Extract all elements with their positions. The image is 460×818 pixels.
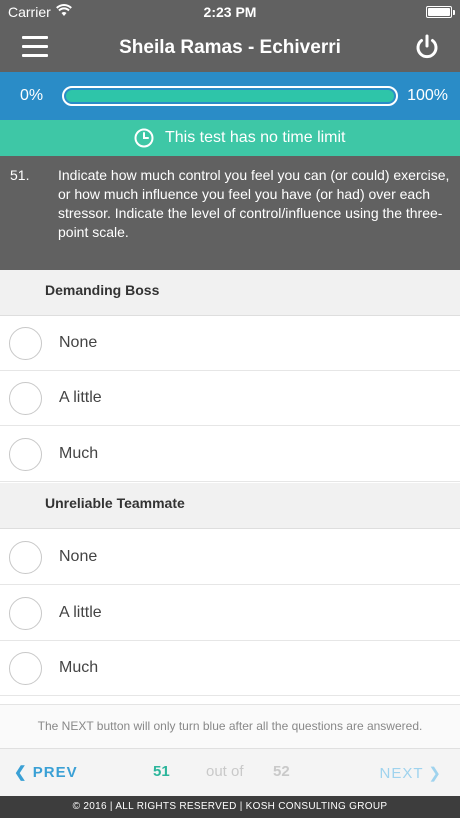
time-limit-banner: This test has no time limit [0, 120, 460, 156]
section-header-unreliable-teammate: Unreliable Teammate [0, 483, 460, 529]
progress-start-label: 0% [20, 87, 44, 104]
option-label: None [59, 548, 98, 565]
section-title: Demanding Boss [45, 282, 160, 298]
question-text: Indicate how much control you feel you c… [58, 167, 450, 240]
chevron-left-icon: ❮ [14, 764, 28, 781]
radio-button[interactable] [9, 382, 42, 415]
time-limit-text: This test has no time limit [165, 129, 346, 146]
question-block: 51. Indicate how much control you feel y… [0, 156, 460, 270]
option-label: A little [59, 604, 102, 621]
progress-track [62, 86, 398, 106]
option-a-little[interactable]: A little [0, 586, 460, 641]
option-a-little[interactable]: A little [0, 371, 460, 426]
option-none[interactable]: None [0, 530, 460, 585]
prev-label: PREV [32, 764, 78, 781]
chevron-right-icon: ❯ [428, 765, 442, 782]
progress-bar-section: 0% 100% [0, 72, 460, 120]
total-pages: 52 [273, 763, 290, 780]
option-much[interactable]: Much [0, 427, 460, 482]
progress-end-label: 100% [407, 87, 448, 104]
battery-icon [426, 6, 455, 18]
clock-time: 2:23 PM [203, 4, 257, 20]
option-label: Much [59, 445, 99, 462]
footer: © 2016 | ALL RIGHTS RESERVED | KOSH CONS… [0, 796, 460, 818]
radio-button[interactable] [9, 327, 42, 360]
power-icon[interactable] [414, 34, 440, 60]
page-title: Sheila Ramas - Echiverri [119, 37, 341, 58]
status-bar: Carrier 2:23 PM [0, 0, 460, 24]
radio-button[interactable] [9, 652, 42, 685]
prev-button[interactable]: ❮ PREV [14, 763, 78, 781]
pagination-bar: ❮ PREV 51 out of 52 NEXT ❯ [0, 748, 460, 796]
current-page: 51 [153, 763, 170, 780]
radio-button[interactable] [9, 597, 42, 630]
next-button-note: The NEXT button will only turn blue afte… [0, 704, 460, 748]
out-of-label: out of [206, 763, 244, 780]
clock-icon [134, 128, 154, 148]
option-label: None [59, 334, 98, 351]
option-label: Much [59, 659, 99, 676]
next-button[interactable]: NEXT ❯ [380, 764, 442, 782]
app-header: Sheila Ramas - Echiverri [0, 24, 460, 72]
next-label: NEXT [379, 765, 424, 782]
footer-text: © 2016 | ALL RIGHTS RESERVED | KOSH CONS… [72, 801, 388, 812]
radio-button[interactable] [9, 438, 42, 471]
section-header-demanding-boss: Demanding Boss [0, 270, 460, 316]
section-title: Unreliable Teammate [45, 495, 185, 511]
question-number: 51. [10, 167, 30, 183]
option-much[interactable]: Much [0, 641, 460, 696]
note-text: The NEXT button will only turn blue afte… [37, 719, 423, 733]
progress-fill [66, 90, 394, 102]
option-label: A little [59, 389, 102, 406]
option-none[interactable]: None [0, 316, 460, 371]
radio-button[interactable] [9, 541, 42, 574]
